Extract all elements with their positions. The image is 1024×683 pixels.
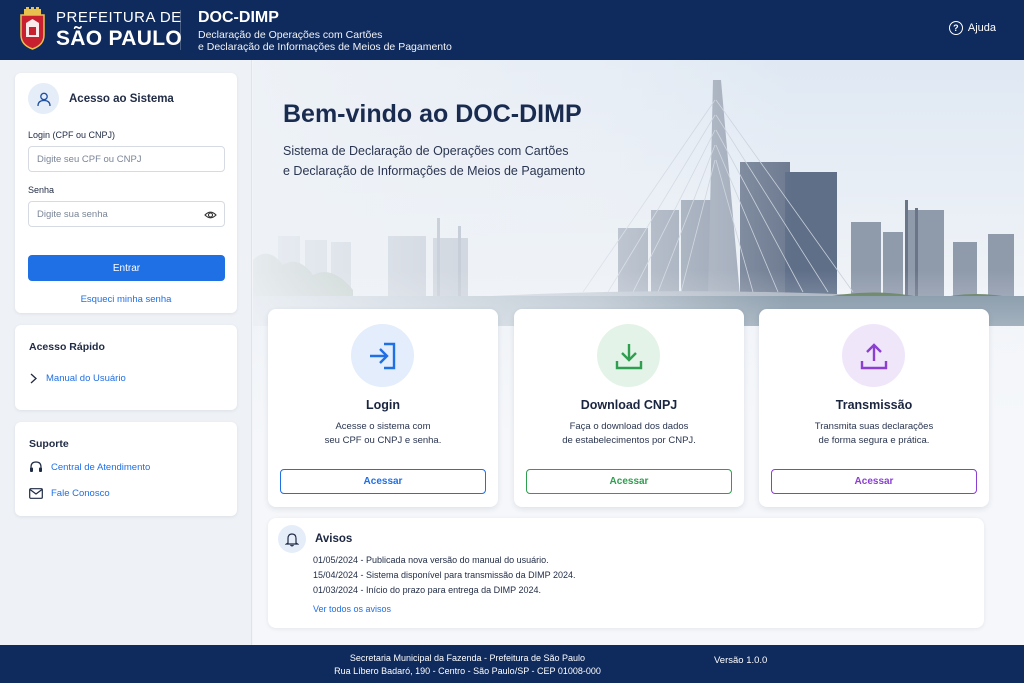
support-card: Suporte Central de Atendimento Fale Cono…	[15, 422, 237, 516]
notices-title: Avisos	[315, 533, 353, 545]
feature-title-download: Download CNPJ	[580, 398, 678, 412]
feature-desc-login: Acesse o sistema com seu CPF ou CNPJ e s…	[268, 420, 498, 448]
main-content: Bem-vindo ao DOC-DIMP Sistema de Declara…	[253, 60, 1024, 645]
download-access-button[interactable]: Acessar	[526, 469, 732, 494]
login-access-button[interactable]: Acessar	[280, 469, 486, 494]
feature-desc-line: de estabelecimentos por CNPJ.	[562, 435, 696, 446]
feature-desc-line: Transmita suas declarações	[814, 421, 934, 432]
app-title: DOC-DIMP	[198, 9, 279, 26]
login-input[interactable]	[29, 147, 224, 171]
notice-item: 01/03/2024 - Início do prazo para entreg…	[313, 585, 541, 595]
login-submit-button[interactable]: Entrar	[28, 255, 225, 281]
header-divider	[180, 10, 181, 50]
brand-line-1: PREFEITURA DE	[56, 9, 182, 26]
brand-line-2: SÃO PAULO	[56, 27, 182, 50]
footer: Secretaria Municipal da Fazenda - Prefei…	[0, 645, 1024, 683]
support-center-link[interactable]: Central de Atendimento	[29, 460, 150, 474]
feature-card-download: Download CNPJ Faça o download dos dados …	[514, 309, 744, 507]
contact-label: Fale Conosco	[51, 488, 110, 499]
feature-desc-transmission: Transmita suas declarações de forma segu…	[759, 420, 989, 448]
login-card-title: Acesso ao Sistema	[69, 92, 174, 105]
version-label: Versão 1.0.0	[714, 655, 768, 666]
footer-address: Secretaria Municipal da Fazenda - Prefei…	[0, 652, 935, 678]
support-center-label: Central de Atendimento	[51, 461, 151, 473]
feature-desc-line: de forma segura e prática.	[818, 435, 930, 446]
app-subtitle-1: Declaração de Operações com Cartões	[198, 29, 383, 41]
feature-card-login: Login Acesse o sistema com seu CPF ou CN…	[268, 309, 498, 507]
sao-paulo-crest-logo	[20, 7, 45, 50]
feature-desc-download: Faça o download dos dados de estabelecim…	[514, 420, 744, 448]
password-input[interactable]	[29, 202, 224, 226]
login-icon	[351, 324, 414, 387]
login-card-header: Acesso ao Sistema	[28, 83, 174, 114]
password-label: Senha	[28, 185, 55, 195]
quick-access-title: Acesso Rápido	[29, 341, 105, 353]
login-field-wrapper	[28, 146, 225, 172]
password-field-wrapper	[28, 201, 225, 227]
question-circle-icon: ?	[948, 21, 963, 35]
hero-title: Bem-vindo ao DOC-DIMP	[283, 100, 582, 128]
manual-link[interactable]: Manual do Usuário	[29, 373, 126, 384]
app-subtitle-2: e Declaração de Informações de Meios de …	[198, 41, 452, 53]
support-title: Suporte	[29, 438, 69, 450]
see-all-notices-link[interactable]: Ver todos os avisos	[313, 604, 391, 614]
sidebar: Acesso ao Sistema Login (CPF ou CNPJ) Se…	[0, 60, 252, 645]
contact-link[interactable]: Fale Conosco	[29, 488, 110, 499]
footer-line-2: Rua Líbero Badaró, 190 - Centro - São Pa…	[334, 666, 601, 676]
user-icon	[28, 83, 59, 114]
notice-item: 01/05/2024 - Publicada nova versão do ma…	[313, 555, 549, 565]
eye-icon[interactable]	[204, 209, 217, 221]
login-label: Login (CPF ou CNPJ)	[28, 130, 116, 140]
quick-access-card: Acesso Rápido Manual do Usuário	[15, 325, 237, 410]
feature-desc-line: seu CPF ou CNPJ e senha.	[324, 435, 442, 446]
hero-subtitle-line-2: e Declaração de Informações de Meios de …	[283, 164, 586, 178]
transmission-access-button[interactable]: Acessar	[771, 469, 977, 494]
app-title-block: DOC-DIMP Declaração de Operações com Car…	[198, 9, 452, 53]
download-icon	[597, 324, 660, 387]
help-label: Ajuda	[967, 22, 996, 34]
brand-logo-text: PREFEITURA DE SÃO PAULO	[56, 10, 182, 49]
feature-desc-line: Faça o download dos dados	[569, 421, 689, 432]
notices-panel: Avisos 01/05/2024 - Publicada nova versã…	[268, 518, 984, 628]
feature-desc-line: Acesse o sistema com	[335, 421, 431, 432]
notice-item: 15/04/2024 - Sistema disponível para tra…	[313, 570, 576, 580]
hero-subtitle-line-1: Sistema de Declaração de Operações com C…	[283, 144, 569, 158]
footer-line-1: Secretaria Municipal da Fazenda - Prefei…	[349, 653, 586, 663]
chevron-right-icon	[30, 373, 37, 384]
bell-icon	[278, 525, 306, 553]
hero-subtitle: Sistema de Declaração de Operações com C…	[283, 141, 585, 181]
mail-icon	[29, 488, 43, 499]
feature-title-transmission: Transmissão	[835, 398, 913, 412]
feature-card-transmission: Transmissão Transmita suas declarações d…	[759, 309, 989, 507]
top-header: PREFEITURA DE SÃO PAULO DOC-DIMP Declara…	[0, 0, 1024, 60]
feature-title-login: Login	[365, 398, 400, 412]
manual-link-label: Manual do Usuário	[46, 373, 126, 384]
headset-icon	[30, 461, 42, 472]
upload-icon	[842, 324, 905, 387]
forgot-password-link[interactable]: Esqueci minha senha	[15, 294, 237, 305]
help-button[interactable]: ? Ajuda	[948, 21, 996, 35]
login-card: Acesso ao Sistema Login (CPF ou CNPJ) Se…	[15, 73, 237, 313]
